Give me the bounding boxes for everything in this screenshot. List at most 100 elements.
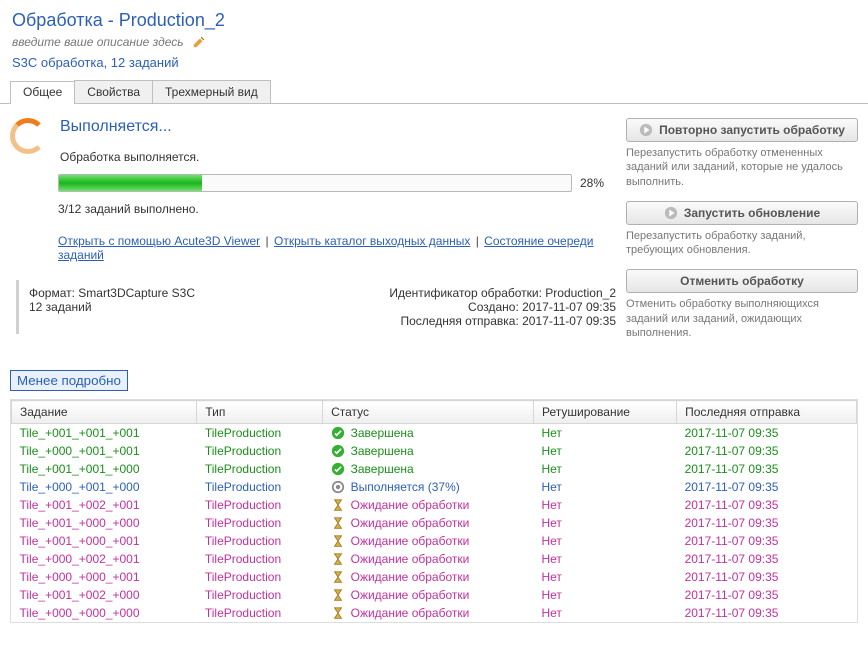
col-task[interactable]: Задание — [12, 401, 197, 424]
table-row[interactable]: Tile_+001_+002_+001TileProductionОжидани… — [12, 496, 857, 514]
cell-task: Tile_+000_+000_+001 — [12, 568, 197, 586]
cell-status: Завершена — [323, 424, 534, 443]
hourglass-icon — [331, 570, 345, 584]
hourglass-icon — [331, 606, 345, 620]
cell-retouch: Нет — [533, 532, 676, 550]
description-placeholder[interactable]: введите ваше описание здесь — [12, 35, 184, 49]
less-details-button[interactable]: Менее подробно — [10, 370, 128, 391]
cell-type: TileProduction — [197, 496, 323, 514]
cell-status: Завершена — [323, 442, 534, 460]
cell-last: 2017-11-07 09:35 — [677, 460, 857, 478]
tab-properties[interactable]: Свойства — [74, 80, 153, 103]
cell-task: Tile_+000_+001_+000 — [12, 478, 197, 496]
check-icon — [331, 444, 345, 458]
cell-last: 2017-11-07 09:35 — [677, 478, 857, 496]
cell-status: Ожидание обработки — [323, 550, 534, 568]
tab-3d-view[interactable]: Трехмерный вид — [152, 80, 271, 103]
cell-status: Ожидание обработки — [323, 568, 534, 586]
table-row[interactable]: Tile_+000_+001_+000TileProductionВыполня… — [12, 478, 857, 496]
cell-last: 2017-11-07 09:35 — [677, 568, 857, 586]
update-desc: Перезапустить обработку заданий, требующ… — [626, 229, 858, 258]
cell-retouch: Нет — [533, 586, 676, 604]
cell-retouch: Нет — [533, 424, 676, 443]
col-last[interactable]: Последняя отправка — [677, 401, 857, 424]
play-circle-icon — [639, 123, 653, 137]
cell-status: Ожидание обработки — [323, 514, 534, 532]
cell-status: Ожидание обработки — [323, 532, 534, 550]
hourglass-icon — [331, 534, 345, 548]
cell-task: Tile_+001_+001_+001 — [12, 424, 197, 443]
jobs-table: Задание Тип Статус Ретуширование Последн… — [11, 400, 857, 622]
status-subtitle: Обработка выполняется. — [60, 150, 199, 164]
cell-status: Ожидание обработки — [323, 496, 534, 514]
table-row[interactable]: Tile_+000_+000_+001TileProductionОжидани… — [12, 568, 857, 586]
meta-id: Идентификатор обработки: Production_2 — [389, 286, 616, 300]
table-row[interactable]: Tile_+001_+001_+001TileProductionЗаверше… — [12, 424, 857, 443]
cell-task: Tile_+001_+000_+001 — [12, 532, 197, 550]
rerun-button[interactable]: Повторно запустить обработку — [626, 118, 858, 142]
table-row[interactable]: Tile_+001_+000_+001TileProductionОжидани… — [12, 532, 857, 550]
meta-format: Формат: Smart3DCapture S3C — [29, 286, 195, 300]
cell-type: TileProduction — [197, 568, 323, 586]
check-icon — [331, 426, 345, 440]
cancel-button[interactable]: Отменить обработку — [626, 269, 858, 293]
page-title: Обработка - Production_2 — [12, 10, 856, 31]
cell-task: Tile_+001_+002_+000 — [12, 586, 197, 604]
cell-task: Tile_+001_+001_+000 — [12, 460, 197, 478]
hourglass-icon — [331, 516, 345, 530]
col-type[interactable]: Тип — [197, 401, 323, 424]
cell-retouch: Нет — [533, 460, 676, 478]
cell-last: 2017-11-07 09:35 — [677, 496, 857, 514]
progress-bar — [58, 174, 572, 192]
cell-type: TileProduction — [197, 532, 323, 550]
tab-general[interactable]: Общее — [10, 81, 75, 104]
table-row[interactable]: Tile_+000_+001_+001TileProductionЗаверше… — [12, 442, 857, 460]
play-circle-icon — [664, 206, 678, 220]
cell-status: Завершена — [323, 460, 534, 478]
jobs-done-line: 3/12 заданий выполнено. — [58, 202, 616, 216]
cell-last: 2017-11-07 09:35 — [677, 586, 857, 604]
summary-line: S3C обработка, 12 заданий — [12, 55, 856, 70]
table-row[interactable]: Tile_+001_+000_+000TileProductionОжидани… — [12, 514, 857, 532]
cell-type: TileProduction — [197, 586, 323, 604]
cell-last: 2017-11-07 09:35 — [677, 604, 857, 622]
rerun-desc: Перезапустить обработку отмененных задан… — [626, 146, 858, 189]
cell-type: TileProduction — [197, 460, 323, 478]
progress-fill — [59, 175, 202, 191]
cell-status: Ожидание обработки — [323, 604, 534, 622]
status-title: Выполняется... — [60, 118, 199, 136]
meta-last: Последняя отправка: 2017-11-07 09:35 — [389, 314, 616, 328]
table-row[interactable]: Tile_+000_+000_+000TileProductionОжидани… — [12, 604, 857, 622]
cell-retouch: Нет — [533, 550, 676, 568]
open-viewer-link[interactable]: Открыть с помощью Acute3D Viewer — [58, 234, 260, 248]
cell-retouch: Нет — [533, 514, 676, 532]
progress-percent: 28% — [580, 176, 616, 190]
update-button[interactable]: Запустить обновление — [626, 201, 858, 225]
gear-icon — [331, 480, 345, 494]
cell-type: TileProduction — [197, 604, 323, 622]
cell-status: Ожидание обработки — [323, 586, 534, 604]
cell-last: 2017-11-07 09:35 — [677, 550, 857, 568]
meta-box: Формат: Smart3DCapture S3C 12 заданий Ид… — [16, 280, 616, 334]
cell-task: Tile_+000_+002_+001 — [12, 550, 197, 568]
cell-task: Tile_+000_+001_+001 — [12, 442, 197, 460]
hourglass-icon — [331, 498, 345, 512]
table-row[interactable]: Tile_+001_+001_+000TileProductionЗаверше… — [12, 460, 857, 478]
cell-last: 2017-11-07 09:35 — [677, 514, 857, 532]
cell-status: Выполняется (37%) — [323, 478, 534, 496]
table-row[interactable]: Tile_+001_+002_+000TileProductionОжидани… — [12, 586, 857, 604]
cell-type: TileProduction — [197, 424, 323, 443]
cell-retouch: Нет — [533, 604, 676, 622]
table-row[interactable]: Tile_+000_+002_+001TileProductionОжидани… — [12, 550, 857, 568]
cell-type: TileProduction — [197, 550, 323, 568]
cell-type: TileProduction — [197, 442, 323, 460]
col-retouch[interactable]: Ретуширование — [533, 401, 676, 424]
meta-jobs: 12 заданий — [29, 300, 195, 314]
open-output-link[interactable]: Открыть каталог выходных данных — [274, 234, 470, 248]
cell-last: 2017-11-07 09:35 — [677, 424, 857, 443]
pencil-icon[interactable] — [192, 35, 206, 49]
col-status[interactable]: Статус — [323, 401, 534, 424]
cell-retouch: Нет — [533, 496, 676, 514]
hourglass-icon — [331, 552, 345, 566]
hourglass-icon — [331, 588, 345, 602]
